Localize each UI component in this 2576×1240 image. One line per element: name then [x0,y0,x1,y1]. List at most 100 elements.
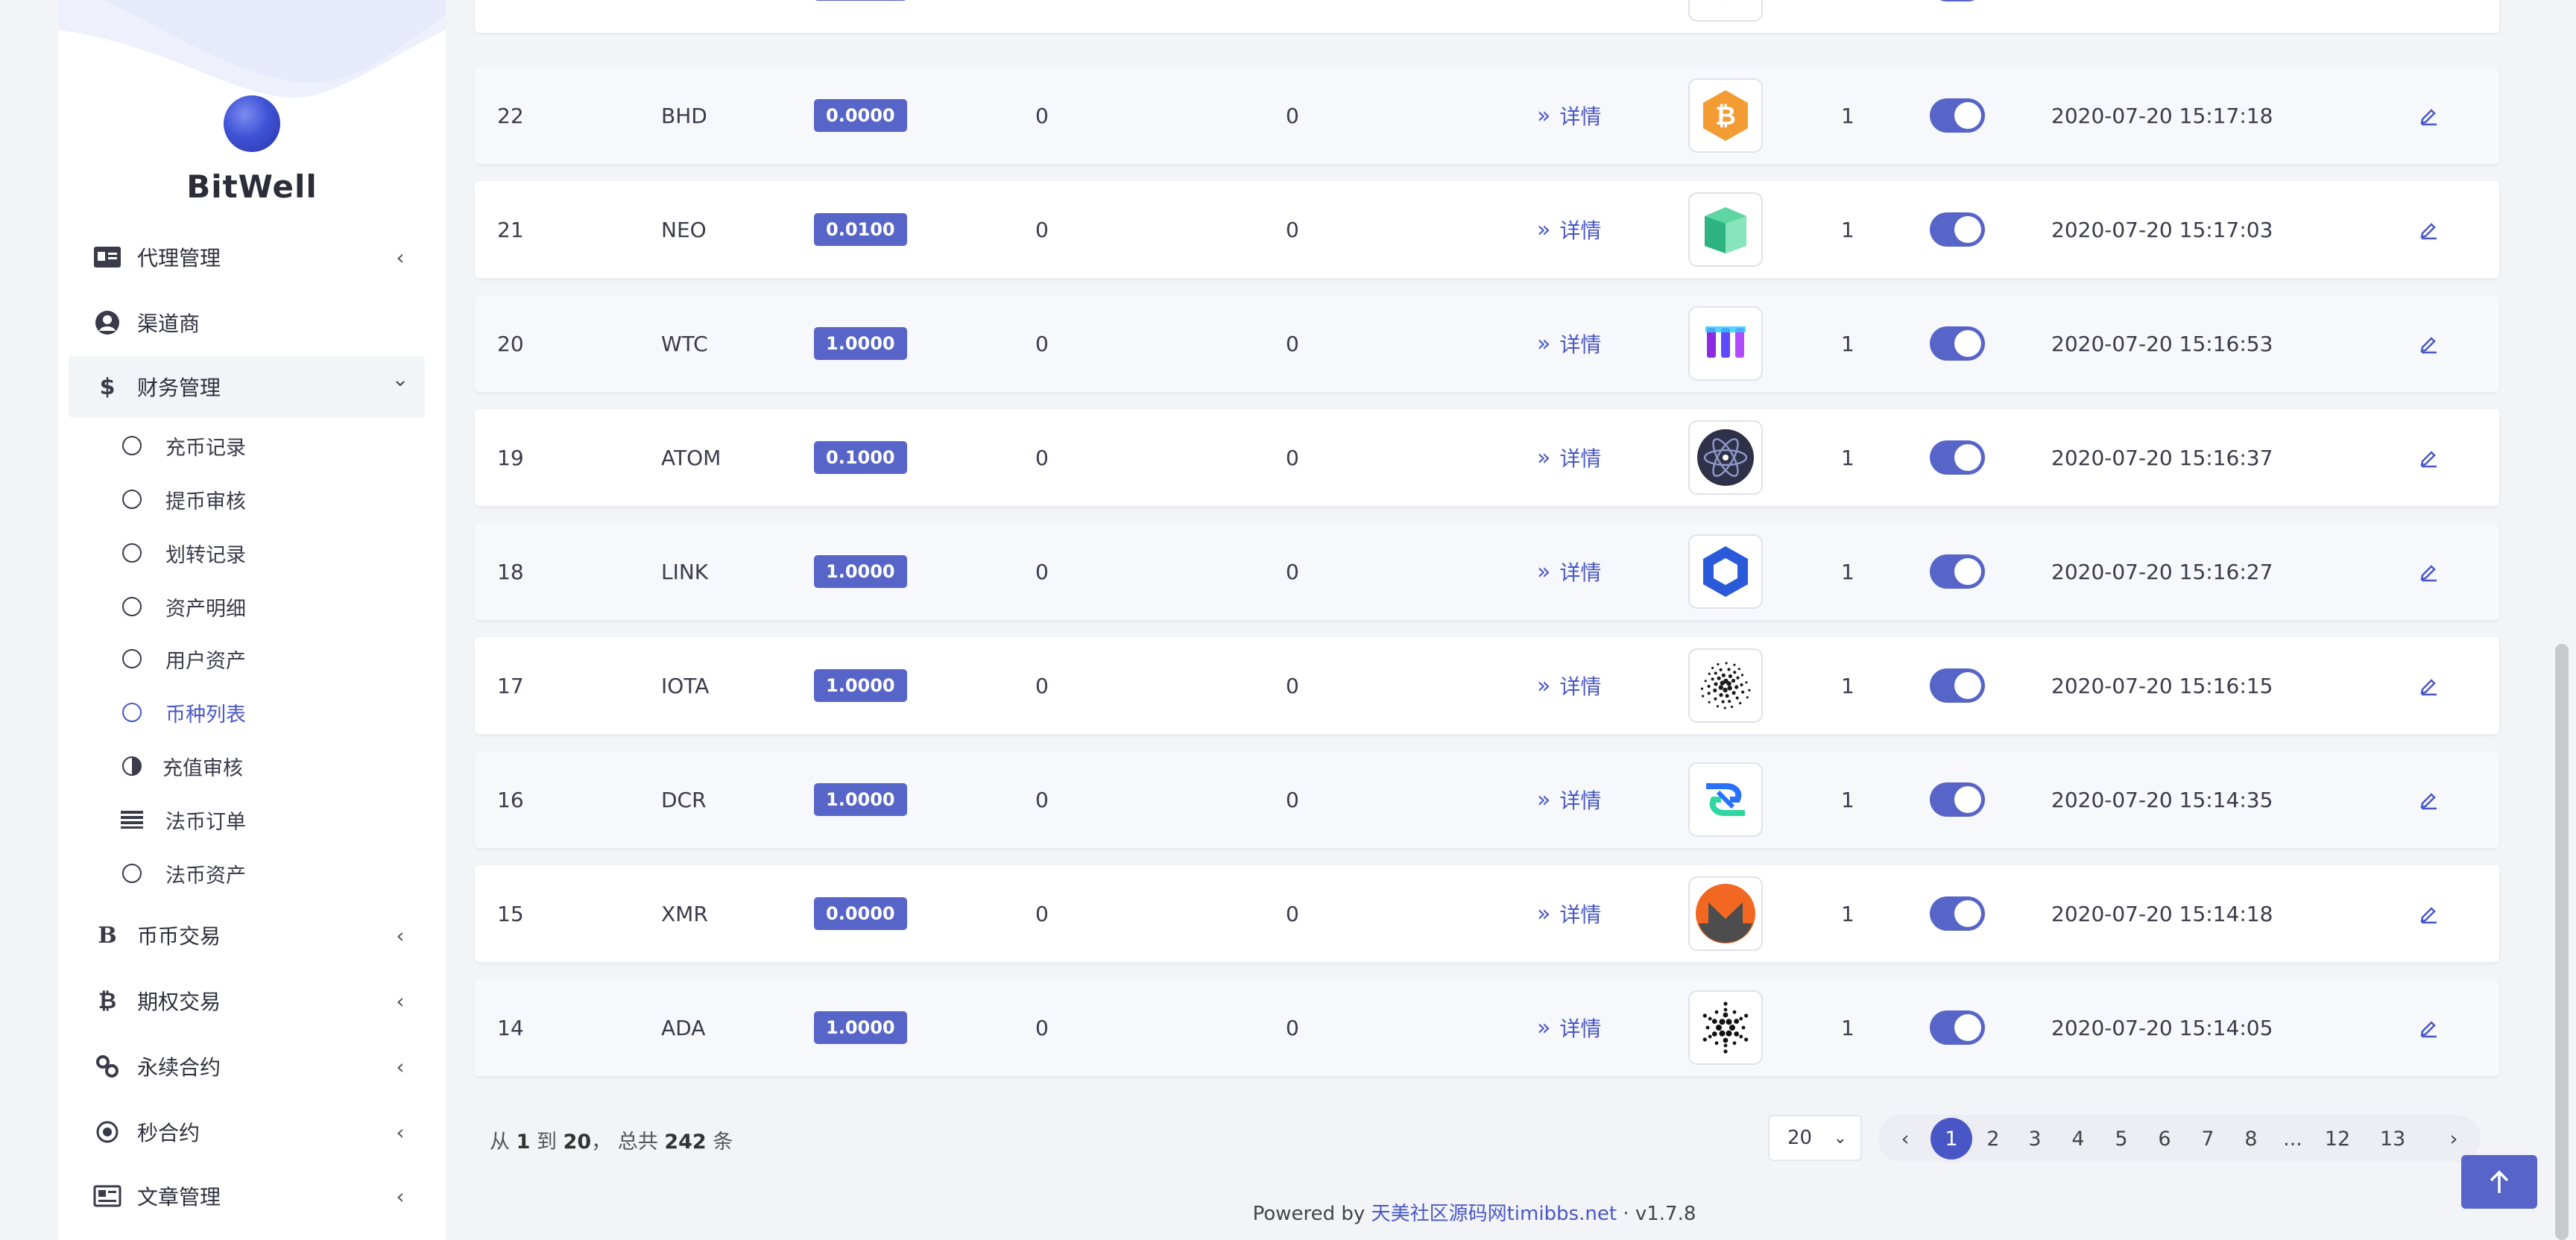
detail-link[interactable]: »详情 [1537,979,1601,1076]
back-to-top-button[interactable] [2461,1155,2537,1209]
created-time: 2020-07-20 15:17:03 [2051,217,2273,242]
sidebar-item-second-contract[interactable]: 秒合约 ‹ [69,1101,425,1162]
toggle-switch[interactable] [1930,1010,1985,1045]
pagination-next[interactable]: › [2433,1118,2475,1160]
sidebar-subitem-deposit[interactable]: 充币记录 [58,422,431,469]
sidebar-item-perpetual-contract[interactable]: 永续合约 ‹ [69,1036,425,1097]
edit-button[interactable] [2419,181,2440,278]
coin-id: 17 [497,673,524,698]
status-toggle[interactable] [1930,409,1985,506]
created-time: 2020-07-20 15:14:18 [2051,901,2273,926]
info-unit: 条 [713,1130,733,1154]
toggle-switch[interactable] [1930,440,1985,475]
status-toggle[interactable] [1930,67,1985,164]
detail-link[interactable]: » 详情 [1537,751,1601,848]
scrollbar[interactable] [2555,644,2569,1240]
coin-count: 1 [1841,0,1854,33]
coin-name: WTC [661,331,708,356]
pagination-page[interactable]: 13 [2372,1118,2414,1160]
brand-logo[interactable] [224,95,280,152]
pagination-page[interactable]: 12 [2317,1118,2358,1160]
pagination-page[interactable]: 7 [2187,1118,2229,1160]
sidebar-subitem-user-assets[interactable]: 用户资产 [58,635,431,683]
status-toggle[interactable] [1930,523,1985,620]
toggle-switch[interactable] [1930,782,1985,817]
detail-link[interactable]: »详情 [1537,181,1601,278]
status-toggle[interactable] [1930,181,1985,278]
rate-value: 1.0000 [814,1011,907,1044]
footer-link[interactable]: 天美社区源码网timibbs.net [1371,1203,1617,1225]
status-toggle[interactable] [1930,751,1985,848]
coin-rate-badge: 1.0000 [814,637,907,734]
pagination-page[interactable]: 5 [2100,1118,2142,1160]
sidebar-item-channel[interactable]: 渠道商 [69,292,425,353]
pagination-prev[interactable]: ‹ [1884,1118,1926,1160]
detail-label: 详情 [1559,788,1602,813]
coin-value-a: 0 [1035,217,1049,242]
status-toggle[interactable] [1930,0,1985,33]
toggle-switch[interactable] [1930,554,1985,589]
sidebar-item-finance[interactable]: $ 财务管理 ⌄ [69,356,425,417]
info-to-word: 到 [536,1130,557,1154]
toggle-switch[interactable] [1930,668,1985,703]
edit-button[interactable] [2419,67,2440,164]
xtz-icon [1688,0,1763,22]
status-toggle[interactable] [1930,865,1985,962]
sidebar-subitem-fiat-assets[interactable]: 法币资产 [58,850,431,897]
toggle-switch[interactable] [1930,896,1985,931]
detail-link[interactable]: »详情 [1537,637,1601,734]
detail-link[interactable]: »详情 [1537,0,1601,33]
edit-button[interactable] [2419,0,2440,33]
detail-link[interactable]: »详情 [1537,865,1601,962]
status-toggle[interactable] [1930,979,1985,1076]
coin-rate-badge: 0.0000 [814,865,907,962]
sidebar-subitem-transfer[interactable]: 划转记录 [58,529,431,577]
edit-icon [2420,679,2437,696]
detail-link[interactable]: »详情 [1537,523,1601,620]
coin-value-a: 0 [1035,787,1049,812]
pagination-page[interactable]: 8 [2230,1118,2272,1160]
detail-link[interactable]: »详情 [1537,409,1601,506]
status-toggle[interactable] [1930,295,1985,392]
edit-button[interactable] [2419,865,2440,962]
sidebar-subitem-coin-list[interactable]: 币种列表 [58,689,431,736]
sidebar-subitem-recharge-review[interactable]: 充值审核 [58,742,431,790]
sidebar-item-label: 币币交易 [137,924,221,949]
toggle-switch[interactable] [1930,326,1985,361]
sidebar-subitem-fiat-orders[interactable]: 法币订单 [58,796,431,844]
edit-button[interactable] [2419,637,2440,734]
edit-icon [2420,907,2437,924]
coin-value-a: 0 [1035,0,1049,33]
double-chevron-right-icon: » [1537,786,1551,813]
sidebar-subitem-asset-detail[interactable]: 资产明细 [58,583,431,630]
toggle-switch[interactable] [1930,98,1985,133]
sidebar-item-agent[interactable]: 代理管理 ‹ [69,227,425,288]
coin-logo [1688,295,1763,392]
detail-link[interactable]: »详情 [1537,67,1601,164]
edit-button[interactable] [2419,979,2440,1076]
table-row: 22 BHD 0.0000 0 0 » 详情 ₿ 1 2020-07-20 15:… [475,67,2499,164]
pagination-page[interactable]: 3 [2014,1118,2056,1160]
coin-value-b: 0 [1286,673,1299,698]
detail-link[interactable]: »详情 [1537,295,1601,392]
edit-button[interactable] [2419,751,2440,848]
brand-name[interactable]: BitWell [58,168,446,205]
pagination-page[interactable]: 2 [1972,1118,2014,1160]
edit-icon [2420,109,2437,126]
sidebar-item-options-trading[interactable]: ₿ 期权交易 ‹ [69,970,425,1031]
coin-logo: ₿ [1688,67,1763,164]
sidebar-item-spot-trading[interactable]: B 币币交易 ‹ [69,905,425,966]
sidebar-subitem-withdraw-review[interactable]: 提币审核 [58,475,431,523]
toggle-switch[interactable] [1930,0,1985,1]
status-toggle[interactable] [1930,637,1985,734]
edit-button[interactable] [2419,409,2440,506]
pagination-page[interactable]: 6 [2144,1118,2185,1160]
pagination-page[interactable]: 1 [1931,1118,1972,1160]
edit-button[interactable] [2419,295,2440,392]
info-total-word: ， 总共 [591,1130,658,1154]
pagination-page[interactable]: 4 [2057,1118,2099,1160]
rate-value: 0.0000 [814,897,907,930]
edit-button[interactable] [2419,523,2440,620]
page-size-select[interactable]: 20 ⌄ [1768,1115,1862,1161]
toggle-switch[interactable] [1930,212,1985,247]
